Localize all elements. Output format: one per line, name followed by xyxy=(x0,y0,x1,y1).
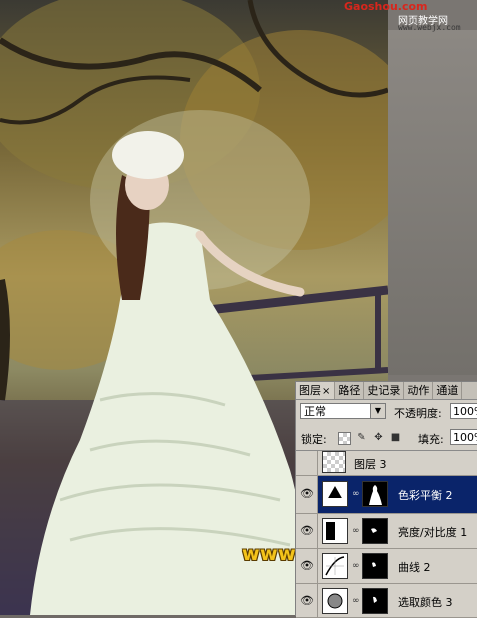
layer-row[interactable]: 👁 ∞ 选取颜色 3 xyxy=(296,584,477,618)
tab-actions[interactable]: 动作 xyxy=(404,382,434,399)
tab-layers[interactable]: 图层× xyxy=(296,382,336,399)
blend-mode-value: 正常 xyxy=(304,405,326,418)
eye-icon: 👁 xyxy=(300,487,314,500)
adjustment-icon xyxy=(322,481,348,507)
opacity-label: 不透明度: xyxy=(394,407,442,420)
layer-name: 图层 3 xyxy=(354,458,387,471)
layer-row[interactable]: 图层 3 xyxy=(296,451,477,476)
link-icon[interactable]: ∞ xyxy=(352,560,360,572)
link-icon[interactable]: ∞ xyxy=(352,595,360,607)
layers-list: 图层 3 👁 ∞ 色彩平衡 2 👁 ∞ 亮度/对比度 1 👁 ∞ 曲线 2 👁 … xyxy=(296,450,477,618)
panel-tabs: 图层× 路径 史记录 动作 通道 xyxy=(296,382,477,400)
layer-row[interactable]: 👁 ∞ 亮度/对比度 1 xyxy=(296,514,477,549)
link-icon[interactable]: ∞ xyxy=(352,488,360,500)
layer-name: 色彩平衡 2 xyxy=(398,489,453,502)
visibility-toggle[interactable]: 👁 xyxy=(296,584,318,617)
layer-mask xyxy=(362,518,388,544)
tab-channels[interactable]: 通道 xyxy=(433,382,463,399)
lock-move-icon[interactable]: ✥ xyxy=(373,432,384,443)
lock-row: 锁定: ✎ ✥ ■ 填充: 100% xyxy=(296,428,477,448)
close-icon[interactable]: × xyxy=(321,386,331,397)
visibility-toggle[interactable]: 👁 xyxy=(296,476,318,513)
fill-input[interactable]: 100% xyxy=(450,429,477,445)
opacity-input[interactable]: 100% xyxy=(450,403,477,419)
layer-row[interactable]: 👁 ∞ 曲线 2 xyxy=(296,549,477,584)
fill-label: 填充: xyxy=(418,433,444,446)
layer-name: 曲线 2 xyxy=(398,561,431,574)
tab-paths[interactable]: 路径 xyxy=(335,382,365,399)
eye-icon: 👁 xyxy=(300,524,314,537)
layers-panel: 图层× 路径 史记录 动作 通道 正常 ▼ 不透明度: 100% 锁定: ✎ ✥… xyxy=(295,381,477,618)
adjustment-icon xyxy=(322,518,348,544)
chevron-down-icon[interactable]: ▼ xyxy=(370,404,385,418)
lock-transparency-icon[interactable] xyxy=(338,432,351,445)
adjustment-icon xyxy=(322,553,348,579)
visibility-toggle[interactable]: 👁 xyxy=(296,514,318,548)
layer-thumbnail xyxy=(322,451,346,473)
lock-label: 锁定: xyxy=(301,433,327,446)
visibility-toggle[interactable] xyxy=(296,451,318,475)
layer-name: 选取颜色 3 xyxy=(398,596,453,609)
layer-mask xyxy=(362,553,388,579)
eye-icon: 👁 xyxy=(300,559,314,572)
layer-row[interactable]: 👁 ∞ 色彩平衡 2 xyxy=(296,476,477,514)
blend-row: 正常 ▼ 不透明度: 100% xyxy=(296,402,477,422)
layer-mask xyxy=(362,588,388,614)
layer-name: 亮度/对比度 1 xyxy=(398,526,468,539)
tab-history[interactable]: 史记录 xyxy=(364,382,405,399)
blend-mode-select[interactable]: 正常 ▼ xyxy=(300,403,386,419)
watermark-url: www.webjx.com xyxy=(398,23,461,32)
visibility-toggle[interactable]: 👁 xyxy=(296,549,318,583)
eye-icon: 👁 xyxy=(300,594,314,607)
lock-brush-icon[interactable]: ✎ xyxy=(356,432,367,443)
link-icon[interactable]: ∞ xyxy=(352,525,360,537)
adjustment-icon xyxy=(322,588,348,614)
lock-all-icon[interactable]: ■ xyxy=(390,432,401,443)
tab-label: 图层 xyxy=(299,384,321,397)
layer-mask xyxy=(362,481,388,507)
